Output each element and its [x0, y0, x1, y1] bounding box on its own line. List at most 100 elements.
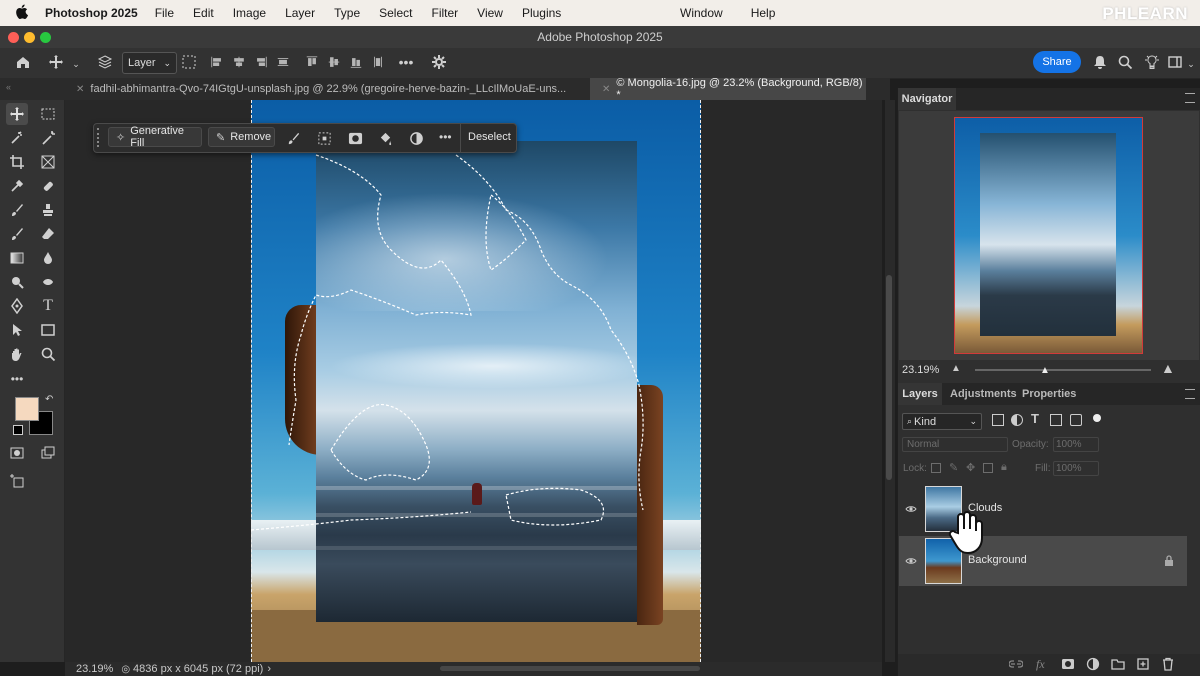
- type-tool-icon[interactable]: T: [37, 295, 59, 317]
- status-zoom[interactable]: 23.19%: [76, 663, 113, 675]
- tab-layers[interactable]: Layers: [898, 383, 942, 405]
- collapse-panel-icon[interactable]: «: [6, 82, 11, 92]
- swap-colors-icon[interactable]: ↶: [45, 394, 53, 405]
- tab-navigator[interactable]: Navigator: [898, 88, 956, 110]
- menu-layer[interactable]: Layer: [285, 6, 315, 20]
- eraser-tool-icon[interactable]: [37, 223, 59, 245]
- gear-icon[interactable]: [430, 52, 448, 72]
- quick-mask-icon[interactable]: [6, 442, 28, 464]
- menu-select[interactable]: Select: [379, 6, 412, 20]
- healing-brush-tool-icon[interactable]: [37, 175, 59, 197]
- tab-adjustments[interactable]: Adjustments: [950, 383, 1017, 405]
- drag-handle-icon[interactable]: [97, 128, 103, 147]
- screen-mode-icon[interactable]: [37, 442, 59, 464]
- transform-selection-icon[interactable]: [315, 129, 333, 147]
- remove-button[interactable]: ✎ Remove: [208, 127, 275, 147]
- tab-document-mongolia[interactable]: ✕ © Mongolia-16.jpg @ 23.2% (Background,…: [590, 77, 866, 101]
- trash-icon[interactable]: [1161, 657, 1175, 671]
- layer-name[interactable]: Background: [968, 554, 1027, 566]
- align-top-icon[interactable]: [305, 52, 319, 72]
- more-options-icon[interactable]: •••: [439, 130, 452, 144]
- zoom-slider-handle[interactable]: ▲: [1040, 365, 1050, 376]
- status-menu-arrow[interactable]: ›: [267, 663, 271, 675]
- folder-icon[interactable]: [1111, 657, 1125, 671]
- object-selection-tool-icon[interactable]: [6, 127, 28, 149]
- filter-toggle-icon[interactable]: [1093, 414, 1101, 422]
- mask-icon[interactable]: [1061, 657, 1075, 671]
- menu-image[interactable]: Image: [233, 6, 266, 20]
- distribute-horizontal-icon[interactable]: [276, 52, 290, 72]
- filter-smart-object-icon[interactable]: [1070, 414, 1082, 426]
- share-button[interactable]: Share: [1033, 51, 1081, 73]
- adjustment-icon[interactable]: [1086, 657, 1100, 671]
- new-layer-icon[interactable]: [1136, 657, 1150, 671]
- hand-tool-icon[interactable]: [6, 343, 28, 365]
- home-icon[interactable]: [12, 52, 34, 72]
- filter-shape-icon[interactable]: [1050, 414, 1062, 426]
- magic-wand-tool-icon[interactable]: [37, 127, 59, 149]
- zoom-window-button[interactable]: [40, 32, 51, 43]
- modify-selection-icon[interactable]: [284, 129, 302, 147]
- align-right-icon[interactable]: [254, 52, 268, 72]
- search-icon[interactable]: [1117, 52, 1133, 72]
- gradient-tool-icon[interactable]: [6, 247, 28, 269]
- navigator-zoom-value[interactable]: 23.19%: [902, 364, 939, 376]
- menu-plugins[interactable]: Plugins: [522, 6, 561, 20]
- chevron-down-icon[interactable]: ⌄: [70, 54, 82, 74]
- adjustment-layer-icon[interactable]: [407, 129, 425, 147]
- filter-type-icon[interactable]: T: [1031, 411, 1039, 426]
- workspace-icon[interactable]: [1167, 52, 1183, 72]
- pen-tool-icon[interactable]: [6, 295, 28, 317]
- history-brush-tool-icon[interactable]: [6, 223, 28, 245]
- align-bottom-icon[interactable]: [349, 52, 363, 72]
- link-icon[interactable]: [1008, 657, 1024, 671]
- align-middle-icon[interactable]: [327, 52, 341, 72]
- vertical-scrollbar-thumb[interactable]: [886, 275, 892, 480]
- blur-tool-icon[interactable]: [37, 247, 59, 269]
- lock-artboard-icon[interactable]: [983, 463, 993, 473]
- horizontal-scrollbar[interactable]: [440, 666, 700, 671]
- menu-edit[interactable]: Edit: [193, 6, 214, 20]
- fill-selection-icon[interactable]: [376, 129, 394, 147]
- close-icon[interactable]: ✕: [602, 84, 610, 95]
- lock-position-icon[interactable]: ✥: [966, 461, 975, 474]
- eyedropper-tool-icon[interactable]: [6, 175, 28, 197]
- create-mask-icon[interactable]: [346, 129, 364, 147]
- dodge-tool-icon[interactable]: [6, 271, 28, 293]
- menu-help[interactable]: Help: [751, 6, 776, 20]
- lock-pixels-icon[interactable]: ✎: [949, 461, 958, 474]
- align-left-icon[interactable]: [210, 52, 224, 72]
- move-tool-icon[interactable]: [6, 103, 28, 125]
- menu-view[interactable]: View: [477, 6, 503, 20]
- menu-window[interactable]: Window: [680, 6, 723, 20]
- filter-pixel-icon[interactable]: [992, 414, 1004, 426]
- generative-expand-icon[interactable]: [6, 470, 28, 492]
- smudge-tool-icon[interactable]: [37, 271, 59, 293]
- auto-select-layers-icon[interactable]: [96, 52, 114, 72]
- menu-type[interactable]: Type: [334, 6, 360, 20]
- default-colors-icon[interactable]: [13, 425, 23, 435]
- zoom-tool-icon[interactable]: [37, 343, 59, 365]
- zoom-out-icon[interactable]: ▲: [951, 363, 961, 374]
- rectangle-tool-icon[interactable]: [37, 319, 59, 341]
- auto-select-dropdown[interactable]: Layer ⌄: [122, 52, 177, 74]
- marquee-tool-icon[interactable]: [37, 103, 59, 125]
- layer-row-clouds[interactable]: Clouds: [899, 484, 1187, 534]
- move-tool-icon[interactable]: [47, 52, 65, 72]
- filter-adjustment-icon[interactable]: [1011, 414, 1023, 426]
- panel-menu-icon[interactable]: [1185, 389, 1195, 399]
- lock-transparent-icon[interactable]: [931, 463, 941, 473]
- zoom-in-icon[interactable]: ▲: [1161, 360, 1175, 376]
- transform-controls-icon[interactable]: [180, 52, 198, 72]
- menu-file[interactable]: File: [155, 6, 174, 20]
- frame-tool-icon[interactable]: [37, 151, 59, 173]
- minimize-window-button[interactable]: [24, 32, 35, 43]
- crop-tool-icon[interactable]: [6, 151, 28, 173]
- more-options-icon[interactable]: •••: [396, 52, 416, 72]
- close-icon[interactable]: ✕: [76, 84, 84, 95]
- align-center-icon[interactable]: [232, 52, 246, 72]
- layer-row-background[interactable]: Background: [899, 536, 1187, 586]
- menu-filter[interactable]: Filter: [431, 6, 458, 20]
- panel-menu-icon[interactable]: [1185, 93, 1195, 103]
- bell-icon[interactable]: [1092, 52, 1108, 72]
